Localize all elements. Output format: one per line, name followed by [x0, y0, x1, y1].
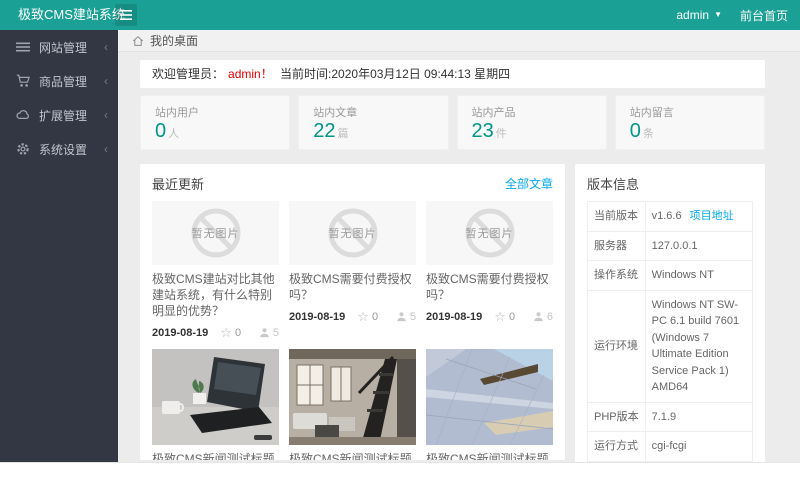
star-icon: ☆ [494, 310, 506, 323]
stat-value: 0 [630, 120, 641, 142]
panel-title: 版本信息 [587, 174, 753, 193]
bottom-strip [0, 462, 800, 491]
sidebar-item-website[interactable]: 网站管理 ‹ [0, 30, 118, 64]
project-url-link[interactable]: 项目地址 [690, 210, 734, 222]
welcome-username: admin！ [228, 67, 273, 81]
table-row: 操作系统 Windows NT [588, 261, 753, 291]
table-row: 当前版本 v1.6.6项目地址 [588, 202, 753, 232]
article-card[interactable]: 暂无图片 极致CMS需要付费授权吗？ 2019-08-19 ☆0 5 [289, 201, 416, 339]
chevron-down-icon: ▼ [714, 11, 722, 19]
article-card[interactable]: 暂无图片 极致CMS需要付费授权吗？ 2019-08-19 ☆0 6 [426, 201, 553, 339]
sidebar-item-products[interactable]: 商品管理 ‹ [0, 64, 118, 98]
article-card[interactable]: 极致CMS新闻测试标题1 2019-08-09 ☆0 15 [152, 349, 279, 460]
sidebar-item-settings[interactable]: 系统设置 ‹ [0, 132, 118, 166]
version-table: 当前版本 v1.6.6项目地址 服务器 127.0.0.1 操作系统 Windo… [587, 201, 753, 491]
person-icon [533, 311, 544, 322]
version-info-panel: 版本信息 当前版本 v1.6.6项目地址 服务器 127.0.0.1 [575, 164, 765, 491]
cart-icon [16, 74, 30, 88]
chevron-left-icon: ‹ [104, 142, 108, 156]
breadcrumb: 我的桌面 [118, 30, 800, 52]
chevron-left-icon: ‹ [104, 108, 108, 122]
article-date: 2019-08-19 [426, 311, 482, 323]
table-row: 服务器 127.0.0.1 [588, 231, 753, 261]
person-icon [396, 311, 407, 322]
topbar-right: admin ▼ 前台首页 [676, 0, 788, 30]
welcome-prefix: 欢迎管理员： [152, 67, 224, 81]
table-row: PHP版本 7.1.9 [588, 402, 753, 432]
stat-card-users: 站内用户 0人 [140, 95, 290, 150]
star-icon: ☆ [357, 310, 369, 323]
building-photo [426, 349, 553, 445]
article-thumbnail: 暂无图片 [426, 201, 553, 265]
article-row-1: 暂无图片 极致CMS建站对比其他建站系统，有什么特别明显的优势？ 2019-08… [152, 201, 553, 339]
article-thumbnail: 暂无图片 [152, 201, 279, 265]
table-row: 运行环境 Windows NT SW-PC 6.1 build 7601 (Wi… [588, 290, 753, 402]
article-date: 2019-08-19 [289, 311, 345, 323]
cms-admin-dashboard: 极致CMS建站系统 admin ▼ 前台首页 网站管理 ‹ [0, 0, 800, 491]
welcome-time: 当前时间:2020年03月12日 09:44:13 星期四 [280, 67, 510, 81]
stat-card-messages: 站内留言 0条 [615, 95, 765, 150]
list-icon [16, 40, 30, 54]
user-name: admin [676, 8, 709, 22]
article-card[interactable]: 极致CMS新闻测试标题 2019-08-09 ☆0 8 [289, 349, 416, 460]
app-logo: 极致CMS建站系统 [18, 0, 125, 30]
home-icon [132, 35, 144, 47]
article-row-2: 极致CMS新闻测试标题1 2019-08-09 ☆0 15 [152, 349, 553, 460]
chevron-left-icon: ‹ [104, 40, 108, 54]
article-thumbnail [152, 349, 279, 445]
article-card[interactable]: 极致CMS新闻测试标题 2019-08-09 ☆0 6 [426, 349, 553, 460]
article-thumbnail: 暂无图片 [289, 201, 416, 265]
top-bar: 极致CMS建站系统 admin ▼ 前台首页 [0, 0, 800, 30]
content: 欢迎管理员： admin！ 当前时间:2020年03月12日 09:44:13 星… [118, 52, 800, 462]
article-date: 2019-08-19 [152, 327, 208, 339]
main-area: 我的桌面 欢迎管理员： admin！ 当前时间:2020年03月12日 09:44… [118, 30, 800, 462]
stats-row: 站内用户 0人 站内文章 22篇 站内产品 23件 站内留言 0条 [140, 95, 765, 150]
breadcrumb-label[interactable]: 我的桌面 [150, 32, 198, 49]
sidebar-collapse-button[interactable] [115, 4, 137, 26]
user-dropdown[interactable]: admin ▼ [676, 8, 722, 22]
stat-value: 22 [313, 120, 335, 142]
chevron-left-icon: ‹ [104, 74, 108, 88]
all-articles-link[interactable]: 全部文章 [505, 175, 553, 192]
person-icon [259, 327, 270, 338]
laptop-photo [152, 349, 279, 445]
article-thumbnail [289, 349, 416, 445]
loft-photo [289, 349, 416, 445]
recent-updates-panel: 最近更新 全部文章 暂无图片 极致CMS [140, 164, 565, 460]
stat-card-articles: 站内文章 22篇 [298, 95, 448, 150]
stat-card-products: 站内产品 23件 [457, 95, 607, 150]
welcome-bar: 欢迎管理员： admin！ 当前时间:2020年03月12日 09:44:13 星… [140, 60, 765, 88]
stat-value: 23 [472, 120, 494, 142]
sidebar-item-extensions[interactable]: 扩展管理 ‹ [0, 98, 118, 132]
sidebar: 网站管理 ‹ 商品管理 ‹ 扩展管理 ‹ 系统设置 ‹ [0, 30, 118, 480]
stat-value: 0 [155, 120, 166, 142]
table-row: 运行方式 cgi-fcgi [588, 432, 753, 462]
star-icon: ☆ [220, 326, 232, 339]
panel-title: 最近更新 [152, 174, 204, 193]
right-column: 版本信息 当前版本 v1.6.6项目地址 服务器 127.0.0.1 [575, 164, 765, 491]
gear-icon [16, 142, 30, 156]
frontend-home-link[interactable]: 前台首页 [740, 7, 788, 24]
hamburger-icon [120, 10, 132, 20]
cloud-icon [16, 108, 30, 122]
article-card[interactable]: 暂无图片 极致CMS建站对比其他建站系统，有什么特别明显的优势？ 2019-08… [152, 201, 279, 339]
article-thumbnail [426, 349, 553, 445]
content-columns: 最近更新 全部文章 暂无图片 极致CMS [140, 164, 765, 491]
